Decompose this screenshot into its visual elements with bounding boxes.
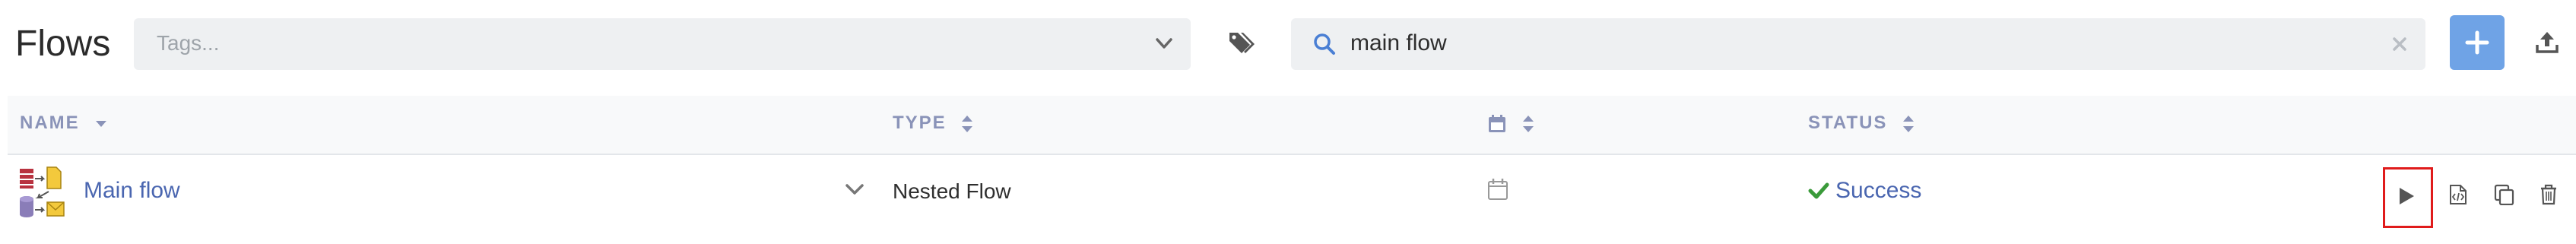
sort-icon[interactable] (960, 114, 974, 134)
flow-name-link[interactable]: Main flow (84, 178, 180, 204)
code-file-icon (2450, 185, 2467, 204)
play-icon (2400, 188, 2414, 204)
check-icon (1808, 181, 1829, 204)
sort-icon[interactable] (1521, 114, 1535, 134)
add-flow-button[interactable] (2450, 15, 2505, 70)
column-header-date[interactable] (1487, 112, 1535, 134)
tags-placeholder: Tags... (157, 31, 220, 55)
chevron-down-icon[interactable] (844, 181, 865, 203)
search-icon[interactable] (1312, 32, 1337, 60)
search-field[interactable]: main flow (1291, 18, 2425, 70)
trash-icon (2541, 184, 2556, 205)
table-row[interactable]: Main flow Nested Flow Success (8, 155, 2576, 231)
tags-select[interactable]: Tags... (134, 18, 1191, 70)
close-icon[interactable] (2392, 36, 2407, 55)
duplicate-button[interactable] (2486, 176, 2520, 210)
tags-icon[interactable] (1227, 30, 1255, 60)
chevron-down-icon[interactable] (1153, 32, 1175, 59)
flow-type: Nested Flow (893, 179, 1011, 203)
run-flow-button[interactable] (2383, 167, 2433, 228)
sort-desc-icon[interactable] (94, 119, 109, 129)
status-badge: Success (1835, 178, 1922, 203)
flow-diagram-icon (18, 166, 73, 224)
search-input[interactable]: main flow (1350, 30, 1447, 56)
table-header: NAME TYPE STATUS (8, 96, 2576, 155)
calendar-icon (1487, 178, 1508, 204)
column-header-name[interactable]: NAME (20, 112, 109, 134)
column-header-status[interactable]: STATUS (1808, 112, 1915, 134)
copy-icon (2494, 184, 2514, 205)
column-header-type[interactable]: TYPE (893, 112, 974, 134)
calendar-icon (1489, 114, 1505, 132)
source-button[interactable] (2441, 176, 2474, 210)
page-title: Flows (15, 24, 111, 64)
delete-button[interactable] (2532, 176, 2565, 210)
plus-icon (2465, 30, 2489, 55)
sort-icon[interactable] (1902, 114, 1915, 134)
upload-icon[interactable] (2535, 29, 2559, 59)
